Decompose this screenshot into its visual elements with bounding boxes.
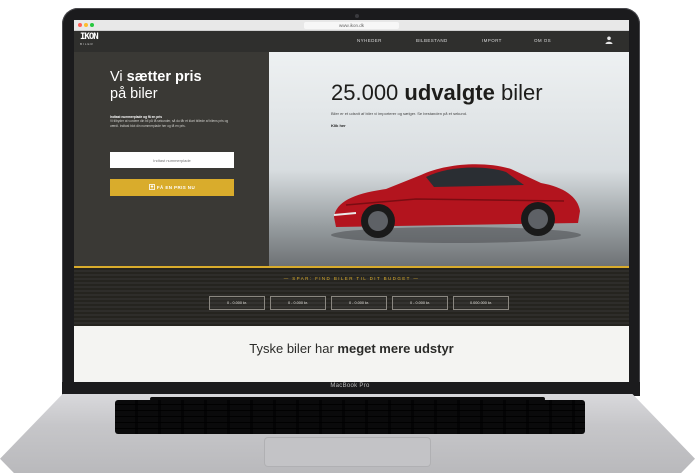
- keyboard: [115, 400, 585, 434]
- features-heading: Tyske biler har meget mere udstyr: [74, 341, 629, 356]
- address-bar[interactable]: www.ikon.dk: [304, 22, 399, 29]
- valuation-para-body: Vi tilbyder at vurdere din bil på få sek…: [110, 119, 229, 128]
- screen: www.ikon.dk IKON BILER NYHEDER BILBESTAN…: [74, 20, 629, 382]
- camera: [355, 14, 359, 18]
- price-range-button-2[interactable]: 0 - 0.000 kr.: [270, 296, 326, 310]
- nav-item-bilbestand[interactable]: BILBESTAND: [416, 38, 448, 43]
- valuation-title: Vi sætter pris på biler: [110, 69, 202, 103]
- model-label: MacBook Pro: [330, 383, 370, 389]
- logo-mark: IKON: [80, 32, 99, 42]
- title-pre: Vi: [110, 69, 127, 85]
- title-bold: sætter pris: [126, 69, 202, 85]
- nav-item-import[interactable]: IMPORT: [482, 38, 502, 43]
- license-plate-input[interactable]: [110, 152, 234, 168]
- hero-subtext: Biler er et udsnit af biler vi importere…: [331, 111, 468, 116]
- heading-bold: udvalgte: [404, 80, 495, 105]
- accent-divider: [74, 266, 629, 268]
- heading-number: 25.000: [331, 80, 405, 105]
- site-logo[interactable]: IKON BILER: [80, 33, 102, 49]
- minimize-dot[interactable]: [84, 23, 88, 27]
- get-price-button[interactable]: FÅ EN PRIS NU: [110, 179, 234, 196]
- url-text: www.ikon.dk: [338, 23, 364, 28]
- price-range-button-5[interactable]: 0.000.000 kr.: [453, 296, 509, 310]
- close-dot[interactable]: [78, 23, 82, 27]
- logo-sub: BILER: [80, 42, 94, 46]
- price-range-button-3[interactable]: 0 - 0.000 kr.: [331, 296, 387, 310]
- cta-label: FÅ EN PRIS NU: [156, 185, 196, 190]
- nav-item-nyheder[interactable]: NYHEDER: [357, 38, 382, 43]
- budget-strip-title: — SPAR: FIND BILER TIL DIT BUDGET —: [283, 276, 420, 281]
- trackpad: [265, 438, 430, 466]
- features-heading-pre: Tyske biler har: [249, 341, 338, 356]
- user-icon[interactable]: [604, 35, 614, 45]
- maximize-dot[interactable]: [90, 23, 94, 27]
- heading-post: biler: [494, 80, 543, 105]
- title-post: på biler: [110, 86, 158, 102]
- hero-heading: 25.000 udvalgte biler: [331, 80, 543, 106]
- price-range-button-4[interactable]: 0 - 0.000 kr.: [392, 296, 448, 310]
- hero-link[interactable]: Klik her: [331, 123, 346, 128]
- price-range-button-1[interactable]: 0 - 0.000 kr.: [209, 296, 265, 310]
- sports-car-image: [331, 164, 581, 243]
- browser-toolbar: www.ikon.dk: [74, 20, 629, 31]
- nav-item-om-os[interactable]: OM OS: [534, 38, 551, 43]
- upload-icon: [148, 183, 155, 190]
- valuation-description: Indtast nummerplade og få en pris Vi til…: [110, 115, 235, 128]
- features-heading-bold: meget mere udstyr: [337, 341, 454, 356]
